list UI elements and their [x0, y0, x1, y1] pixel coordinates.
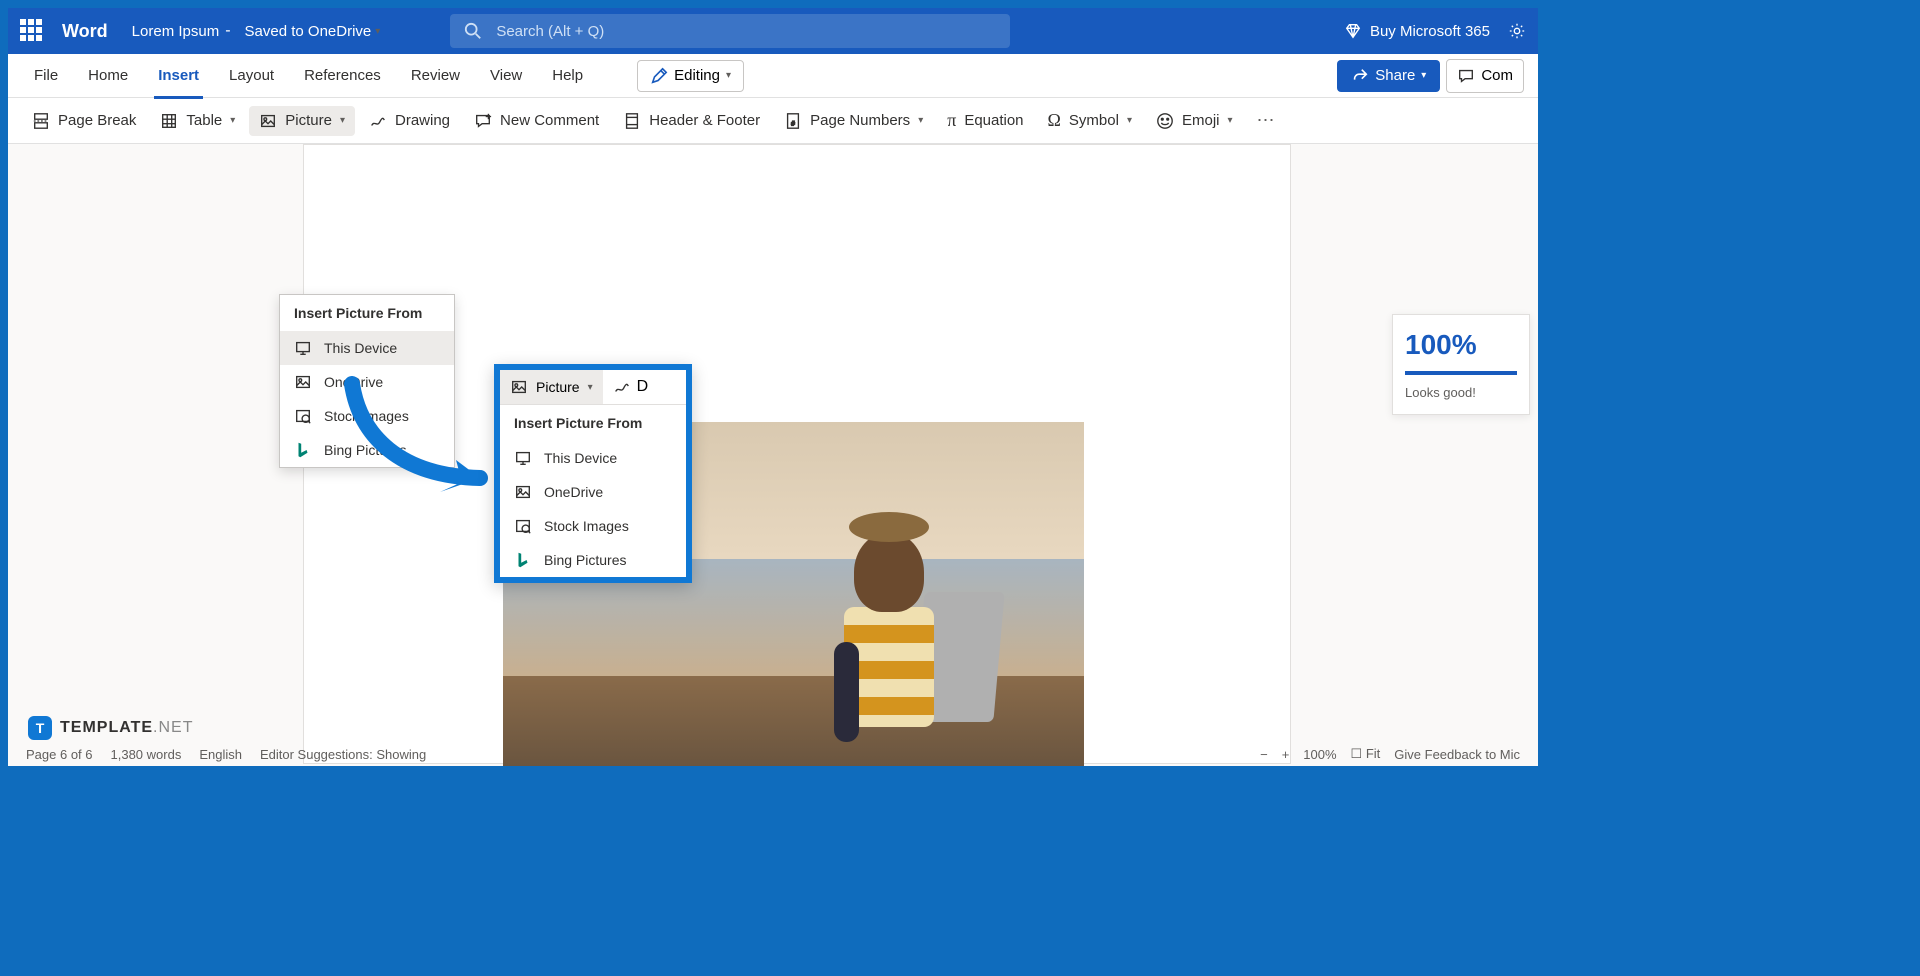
document-area: Insert Picture From This Device OneDrive…	[8, 144, 1538, 766]
save-status[interactable]: Saved to OneDrive ▾	[245, 23, 381, 40]
editor-score-value: 100%	[1405, 329, 1517, 361]
comment-icon	[1457, 67, 1475, 85]
table-button[interactable]: Table ▾	[150, 106, 245, 136]
page-numbers-button[interactable]: # Page Numbers ▾	[774, 106, 933, 136]
callout-dropdown-header: Insert Picture From	[500, 405, 686, 441]
menu-insert[interactable]: Insert	[146, 61, 211, 90]
header-footer-icon	[623, 112, 641, 130]
header-footer-button[interactable]: Header & Footer	[613, 106, 770, 136]
menu-review[interactable]: Review	[399, 61, 472, 90]
titlebar: Word Lorem Ipsum - Saved to OneDrive ▾ B…	[8, 8, 1538, 54]
menubar: File Home Insert Layout References Revie…	[8, 54, 1538, 98]
statusbar: Page 6 of 6 1,380 words English Editor S…	[26, 746, 1520, 762]
picture-icon	[259, 112, 277, 130]
chevron-down-icon: ▾	[375, 26, 380, 37]
chevron-down-icon: ▾	[1228, 115, 1233, 126]
equation-button[interactable]: π Equation	[937, 104, 1033, 137]
search-icon	[464, 22, 482, 40]
stock-images-icon	[514, 517, 532, 535]
app-launcher-icon[interactable]	[20, 19, 44, 43]
emoji-icon	[1156, 112, 1174, 130]
template-net-branding: T TEMPLATE.NET	[28, 716, 193, 740]
picture-icon	[510, 378, 528, 396]
app-frame: Word Lorem Ipsum - Saved to OneDrive ▾ B…	[8, 8, 1538, 766]
svg-text:#: #	[791, 120, 795, 127]
device-icon	[294, 339, 312, 357]
stock-images-icon	[294, 407, 312, 425]
callout-onedrive[interactable]: OneDrive	[500, 475, 686, 509]
comments-button[interactable]: Com	[1446, 59, 1524, 93]
bing-icon	[514, 551, 532, 569]
callout-drawing-partial[interactable]: D	[603, 370, 659, 404]
chevron-down-icon: ▾	[588, 382, 593, 393]
callout-stock-images[interactable]: Stock Images	[500, 509, 686, 543]
buy-microsoft-365-button[interactable]: Buy Microsoft 365	[1344, 22, 1490, 40]
share-button[interactable]: Share ▾	[1337, 60, 1440, 92]
more-options-button[interactable]: ⋯	[1247, 104, 1287, 137]
feedback-link[interactable]: Give Feedback to Mic	[1394, 747, 1520, 762]
picture-button[interactable]: Picture ▾	[249, 106, 355, 136]
pi-icon: π	[947, 110, 956, 131]
chevron-down-icon: ▾	[1421, 70, 1426, 81]
page-info[interactable]: Page 6 of 6	[26, 747, 93, 762]
menu-this-device[interactable]: This Device	[280, 331, 454, 365]
menu-layout[interactable]: Layout	[217, 61, 286, 90]
chevron-down-icon: ▾	[1127, 115, 1132, 126]
dropdown-header: Insert Picture From	[280, 295, 454, 331]
fit-checkbox[interactable]: ☐ Fit	[1351, 746, 1381, 762]
onedrive-icon	[294, 373, 312, 391]
diamond-icon	[1344, 22, 1362, 40]
menu-references[interactable]: References	[292, 61, 393, 90]
share-icon	[1351, 67, 1369, 85]
page-numbers-icon: #	[784, 112, 802, 130]
brand-text: TEMPLATE.NET	[60, 719, 193, 737]
callout-this-device[interactable]: This Device	[500, 441, 686, 475]
zoom-level[interactable]: 100%	[1303, 747, 1336, 762]
omega-icon: Ω	[1048, 110, 1061, 131]
drawing-icon	[613, 378, 631, 396]
table-icon	[160, 112, 178, 130]
editor-progress-bar	[1405, 371, 1517, 375]
chevron-down-icon: ▾	[726, 70, 731, 81]
settings-icon[interactable]	[1508, 22, 1526, 40]
chevron-down-icon: ▾	[340, 115, 345, 126]
menu-view[interactable]: View	[478, 61, 534, 90]
drawing-icon	[369, 112, 387, 130]
new-comment-button[interactable]: New Comment	[464, 106, 609, 136]
page-break-button[interactable]: Page Break	[22, 106, 146, 136]
emoji-button[interactable]: Emoji ▾	[1146, 106, 1243, 136]
brand-logo-icon: T	[28, 716, 52, 740]
callout-picture-button[interactable]: Picture ▾	[500, 370, 603, 404]
chevron-down-icon: ▾	[230, 115, 235, 126]
app-name: Word	[62, 21, 108, 42]
menu-file[interactable]: File	[22, 61, 70, 90]
device-icon	[514, 449, 532, 467]
callout-bing-pictures[interactable]: Bing Pictures	[500, 543, 686, 577]
callout-picture-menu: Picture ▾ D Insert Picture From This Dev…	[494, 364, 692, 583]
editor-score-panel[interactable]: 100% Looks good!	[1392, 314, 1530, 415]
symbol-button[interactable]: Ω Symbol ▾	[1038, 104, 1142, 137]
search-input[interactable]	[496, 23, 996, 40]
search-bar[interactable]	[450, 14, 1010, 48]
word-count[interactable]: 1,380 words	[111, 747, 182, 762]
zoom-in-button[interactable]: +	[1282, 747, 1290, 762]
comment-plus-icon	[474, 112, 492, 130]
page-break-icon	[32, 112, 50, 130]
language[interactable]: English	[199, 747, 242, 762]
pencil-icon	[650, 67, 668, 85]
zoom-out-button[interactable]: −	[1260, 747, 1268, 762]
drawing-button[interactable]: Drawing	[359, 106, 460, 136]
bing-icon	[294, 441, 312, 459]
document-title[interactable]: Lorem Ipsum	[132, 23, 220, 40]
ribbon: Page Break Table ▾ Picture ▾ Drawing New…	[8, 98, 1538, 144]
chevron-down-icon: ▾	[918, 115, 923, 126]
onedrive-icon	[514, 483, 532, 501]
editing-mode-button[interactable]: Editing ▾	[637, 60, 744, 92]
editor-status-text: Looks good!	[1405, 385, 1517, 400]
menu-home[interactable]: Home	[76, 61, 140, 90]
menu-help[interactable]: Help	[540, 61, 595, 90]
editor-suggestions[interactable]: Editor Suggestions: Showing	[260, 747, 426, 762]
annotation-arrow	[340, 376, 500, 496]
